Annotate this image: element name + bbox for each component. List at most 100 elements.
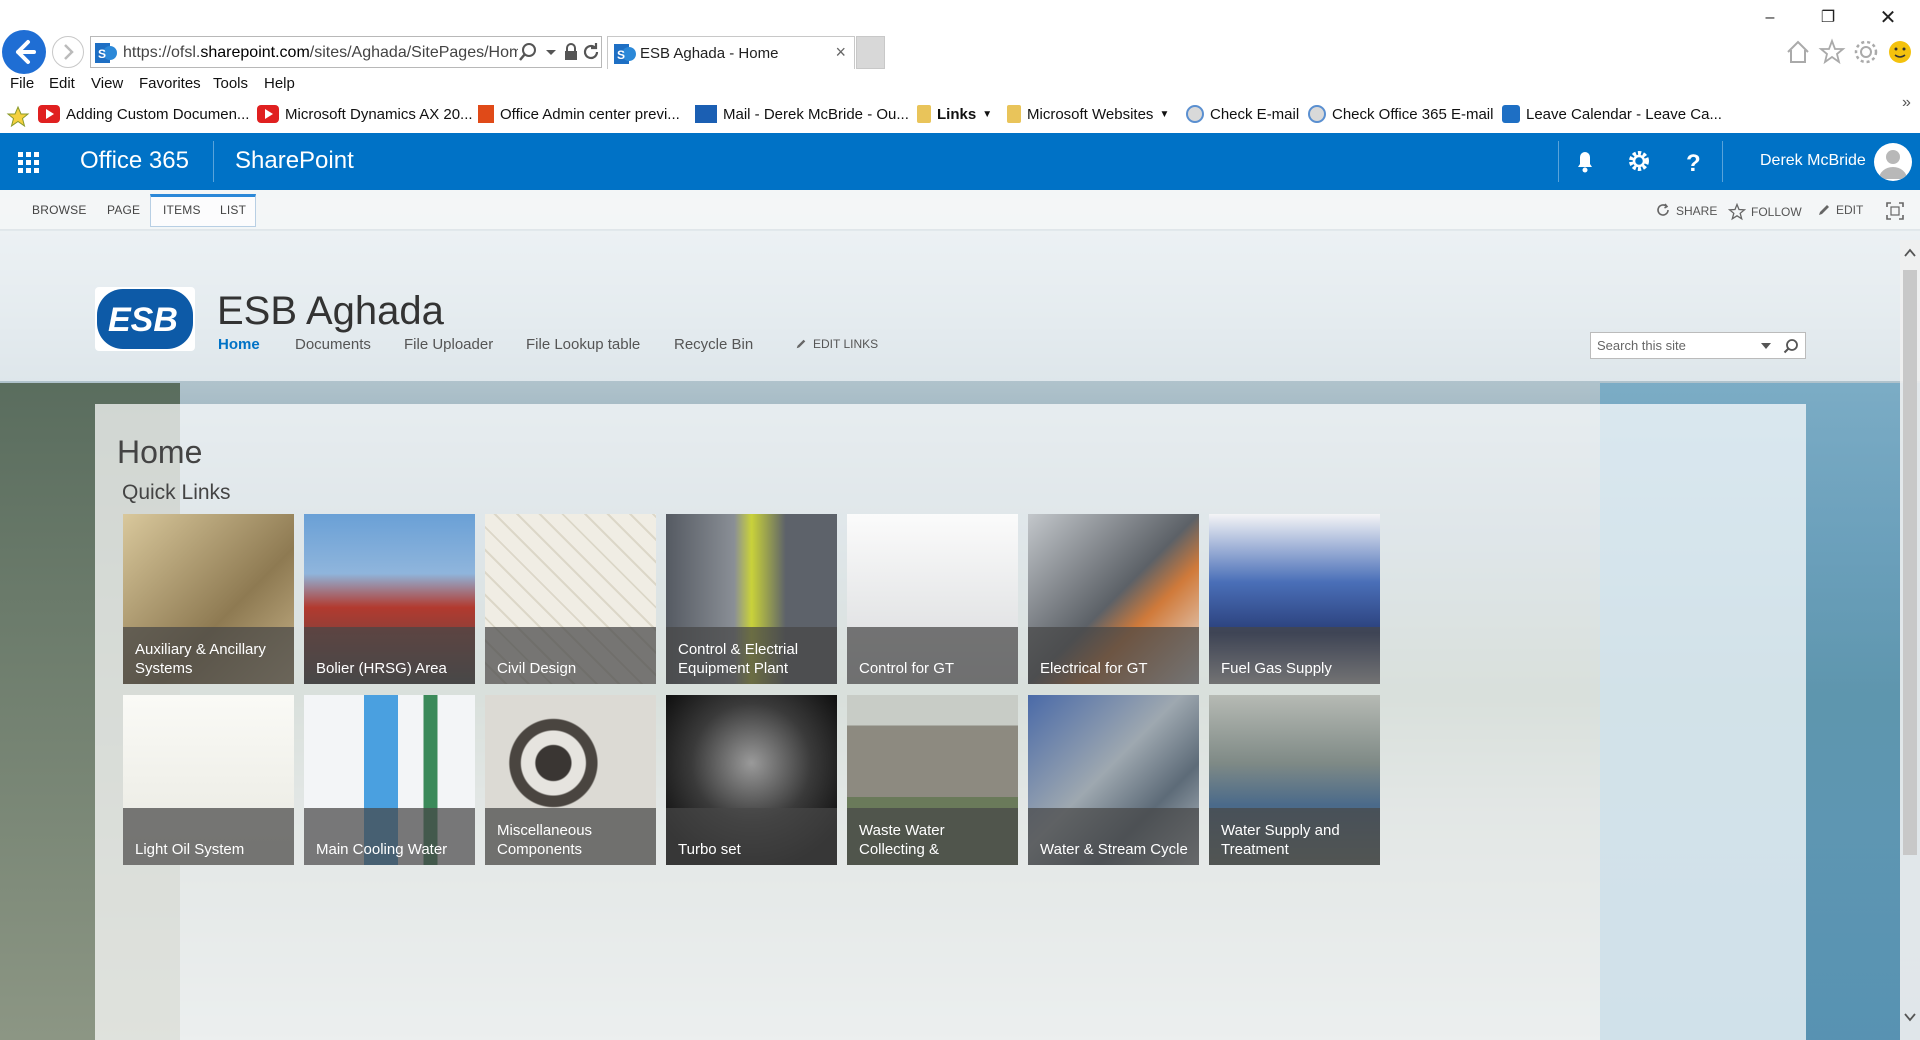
- fav-microsoft-websites-folder[interactable]: Microsoft Websites ▼: [1007, 105, 1169, 123]
- edit-page-button[interactable]: EDIT: [1817, 203, 1863, 217]
- menu-file[interactable]: File: [10, 75, 34, 92]
- fav-label: Check E-mail: [1210, 105, 1300, 123]
- url-path: /sites/Aghada/SitePages/Hom: [309, 44, 518, 61]
- fav-office-admin[interactable]: Office Admin center previ...: [478, 105, 680, 123]
- fav-links-folder[interactable]: Links ▼: [917, 105, 992, 123]
- refresh-icon[interactable]: [579, 40, 603, 64]
- share-button[interactable]: SHARE: [1655, 203, 1717, 219]
- menu-view[interactable]: View: [91, 75, 123, 92]
- home-icon[interactable]: [1784, 38, 1812, 66]
- tab-close-icon[interactable]: ×: [835, 42, 846, 63]
- office365-brand[interactable]: Office 365: [80, 147, 189, 175]
- fav-adding-custom-documen[interactable]: Adding Custom Documen...: [38, 105, 249, 123]
- quick-links-title: Quick Links: [122, 481, 231, 504]
- tile-caption: Control & Electrial Equipment Plant: [666, 627, 837, 684]
- tile-turbo-set[interactable]: Turbo set: [666, 695, 837, 865]
- page-scrollbar[interactable]: [1900, 240, 1920, 1040]
- tile-control-electrial-equipment-plant[interactable]: Control & Electrial Equipment Plant: [666, 514, 837, 684]
- tile-caption: Turbo set: [666, 808, 837, 865]
- fav-check-office365-email[interactable]: Check Office 365 E-mail: [1308, 105, 1493, 123]
- address-bar[interactable]: S https://ofsl.sharepoint.com/sites/Agha…: [90, 36, 602, 68]
- search-scope-dropdown-icon[interactable]: [1759, 339, 1773, 353]
- tile-miscellaneous-components[interactable]: Miscellaneous Components: [485, 695, 656, 865]
- add-favorite-star-icon[interactable]: [6, 105, 30, 127]
- waffle-icon: [18, 152, 39, 173]
- tab-items[interactable]: ITEMS: [163, 203, 201, 217]
- menu-edit[interactable]: Edit: [49, 75, 75, 92]
- browser-tab-active[interactable]: S ESB Aghada - Home ×: [607, 36, 855, 69]
- tile-caption: Bolier (HRSG) Area: [304, 627, 475, 684]
- help-button[interactable]: ?: [1666, 133, 1720, 190]
- fav-leave-calendar[interactable]: Leave Calendar - Leave Ca...: [1502, 105, 1722, 123]
- svg-text:S: S: [617, 48, 625, 62]
- tile-light-oil-system[interactable]: Light Oil System: [123, 695, 294, 865]
- tile-label: Electrical for GT: [1040, 660, 1148, 677]
- edit-links-label: EDIT LINKS: [813, 337, 879, 351]
- menu-favorites[interactable]: Favorites: [139, 75, 201, 92]
- app-launcher-button[interactable]: [0, 133, 56, 190]
- search-icon[interactable]: [516, 40, 540, 64]
- feedback-smiley-icon[interactable]: [1886, 38, 1914, 66]
- pencil-icon: [1819, 205, 1829, 215]
- nav-file-uploader[interactable]: File Uploader: [404, 336, 493, 353]
- edit-links-button[interactable]: EDIT LINKS: [795, 337, 878, 351]
- scroll-up-icon[interactable]: [1903, 246, 1917, 260]
- tab-list[interactable]: LIST: [220, 203, 246, 217]
- nav-file-lookup-table[interactable]: File Lookup table: [526, 336, 640, 353]
- favorites-star-icon[interactable]: [1818, 38, 1846, 66]
- nav-home[interactable]: Home: [218, 336, 260, 353]
- page-title: Home: [117, 434, 203, 470]
- notifications-button[interactable]: [1558, 133, 1612, 190]
- tab-page[interactable]: PAGE: [107, 203, 140, 217]
- close-window-icon[interactable]: ✕: [1868, 6, 1908, 30]
- site-title[interactable]: ESB Aghada: [217, 289, 444, 334]
- tile-label: Control & Electrial Equipment Plant: [678, 641, 799, 677]
- tile-caption: Control for GT: [847, 627, 1018, 684]
- nav-documents[interactable]: Documents: [295, 336, 371, 353]
- user-silhouette-icon: [1879, 150, 1907, 179]
- minimize-icon[interactable]: –: [1750, 6, 1790, 30]
- url-text[interactable]: https://ofsl.sharepoint.com/sites/Aghada…: [123, 44, 518, 62]
- tile-main-cooling-water[interactable]: Main Cooling Water: [304, 695, 475, 865]
- tile-electrical-for-gt[interactable]: Electrical for GT: [1028, 514, 1199, 684]
- sharepoint-app-title[interactable]: SharePoint: [235, 147, 354, 175]
- tile-water-stream-cycle[interactable]: Water & Stream Cycle: [1028, 695, 1199, 865]
- site-logo[interactable]: ESB: [95, 287, 195, 351]
- tab-browse[interactable]: BROWSE: [32, 203, 87, 217]
- tile-label: Waste Water Collecting &: [859, 822, 945, 858]
- follow-button[interactable]: FOLLOW: [1728, 203, 1802, 221]
- menu-tools[interactable]: Tools: [213, 75, 248, 92]
- scrollbar-thumb[interactable]: [1903, 270, 1917, 855]
- restore-icon[interactable]: ❐: [1808, 6, 1848, 30]
- menu-help[interactable]: Help: [264, 75, 295, 92]
- nav-recycle-bin[interactable]: Recycle Bin: [674, 336, 753, 353]
- scroll-down-icon[interactable]: [1903, 1010, 1917, 1024]
- tile-control-for-gt[interactable]: Control for GT: [847, 514, 1018, 684]
- fav-check-email[interactable]: Check E-mail: [1186, 105, 1299, 123]
- fav-microsoft-dynamics[interactable]: Microsoft Dynamics AX 20...: [257, 105, 473, 123]
- tools-gear-icon[interactable]: [1852, 38, 1880, 66]
- back-button[interactable]: [2, 30, 46, 74]
- favorites-overflow-icon[interactable]: »: [1902, 94, 1911, 112]
- search-icon[interactable]: [1783, 338, 1799, 354]
- tile-bolier-hrsg-area[interactable]: Bolier (HRSG) Area: [304, 514, 475, 684]
- tile-label: Light Oil System: [135, 841, 245, 858]
- tile-label: Bolier (HRSG) Area: [316, 660, 447, 677]
- focus-on-content-icon[interactable]: [1886, 202, 1904, 220]
- fav-label: Office Admin center previ...: [500, 105, 680, 123]
- settings-button[interactable]: [1612, 133, 1666, 190]
- avatar[interactable]: [1874, 143, 1912, 181]
- forward-button[interactable]: [52, 36, 84, 68]
- new-tab-button[interactable]: [856, 36, 885, 69]
- back-arrow-icon: [16, 40, 36, 64]
- user-name[interactable]: Derek McBride: [1760, 152, 1866, 170]
- search-input[interactable]: [1597, 338, 1757, 353]
- tile-civil-design[interactable]: Civil Design: [485, 514, 656, 684]
- tile-auxiliary-ancillary-systems[interactable]: Auxiliary & Ancillary Systems: [123, 514, 294, 684]
- site-search-box[interactable]: [1590, 332, 1806, 359]
- fav-mail[interactable]: Mail - Derek McBride - Ou...: [695, 105, 909, 123]
- tile-fuel-gas-supply[interactable]: Fuel Gas Supply: [1209, 514, 1380, 684]
- tile-waste-water-collecting[interactable]: Waste Water Collecting &: [847, 695, 1018, 865]
- tile-water-supply-treatment[interactable]: Water Supply and Treatment: [1209, 695, 1380, 865]
- youtube-icon: [38, 105, 60, 123]
